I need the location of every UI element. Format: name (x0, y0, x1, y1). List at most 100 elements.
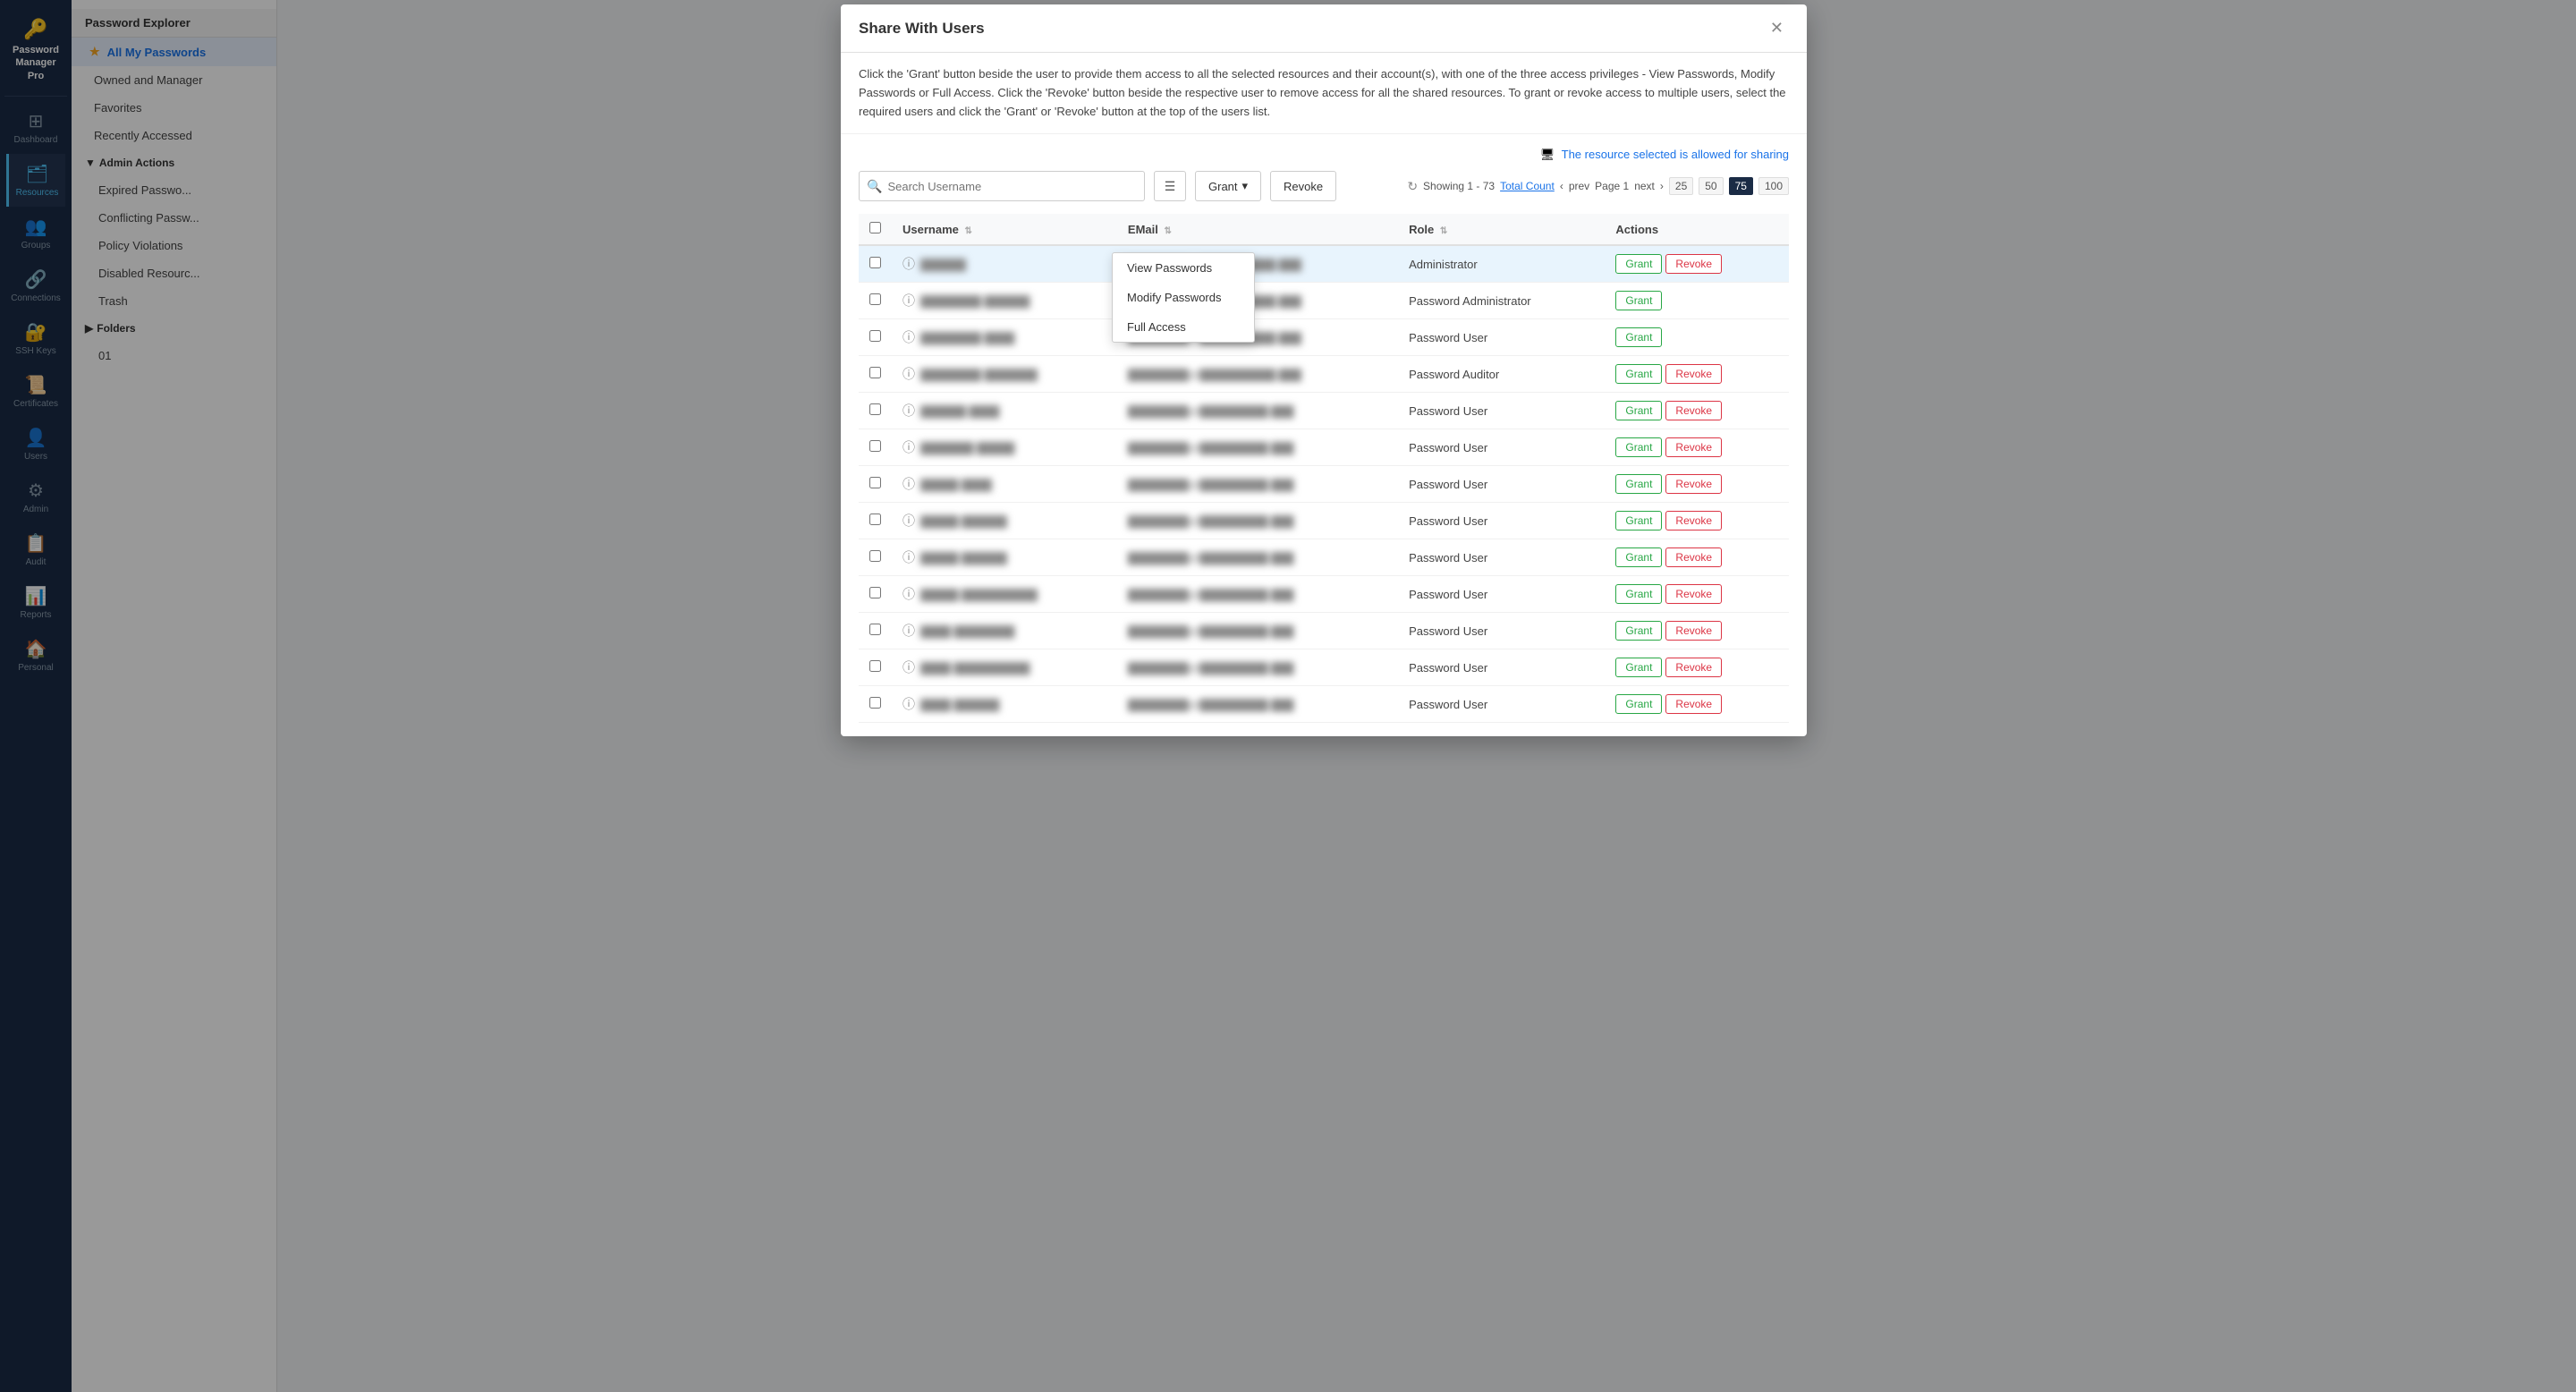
grant-btn-0[interactable]: Grant (1615, 254, 1662, 274)
username-value-7: █████ ██████ (920, 515, 1007, 528)
email-cell-6: ████████@█████████.███ (1117, 466, 1398, 503)
grant-btn-8[interactable]: Grant (1615, 547, 1662, 567)
info-icon-0[interactable]: ⓘ (902, 257, 915, 271)
modal-close-button[interactable]: ✕ (1765, 17, 1789, 39)
sharing-note-link[interactable]: The resource selected is allowed for sha… (1562, 148, 1789, 161)
revoke-btn-7[interactable]: Revoke (1665, 511, 1722, 530)
chevron-down-icon: ▾ (1242, 179, 1249, 193)
table-row: ⓘ██████████████@██████████.███Administra… (859, 245, 1789, 283)
role-cell-5: Password User (1398, 429, 1605, 466)
info-icon-11[interactable]: ⓘ (902, 660, 915, 675)
row-checkbox-6[interactable] (869, 477, 881, 488)
total-count-link[interactable]: Total Count (1500, 180, 1555, 192)
row-checkbox-10[interactable] (869, 624, 881, 635)
username-cell-2: ⓘ████████ ████ (892, 319, 1117, 356)
actions-cell-1: Grant (1605, 283, 1789, 319)
info-icon-10[interactable]: ⓘ (902, 624, 915, 638)
role-value-0: Administrator (1409, 258, 1478, 271)
info-icon-5[interactable]: ⓘ (902, 440, 915, 454)
row-checkbox-3[interactable] (869, 367, 881, 378)
page-size-50[interactable]: 50 (1699, 177, 1723, 195)
row-checkbox-8[interactable] (869, 550, 881, 562)
grant-btn-5[interactable]: Grant (1615, 437, 1662, 457)
grant-btn-9[interactable]: Grant (1615, 584, 1662, 604)
grant-btn-12[interactable]: Grant (1615, 694, 1662, 714)
info-icon-1[interactable]: ⓘ (902, 293, 915, 308)
info-icon-7[interactable]: ⓘ (902, 514, 915, 528)
row-checkbox-9[interactable] (869, 587, 881, 598)
grant-btn-2[interactable]: Grant (1615, 327, 1662, 347)
search-box: 🔍 (859, 171, 1145, 201)
revoke-btn-12[interactable]: Revoke (1665, 694, 1722, 714)
revoke-btn-9[interactable]: Revoke (1665, 584, 1722, 604)
info-icon-8[interactable]: ⓘ (902, 550, 915, 564)
username-value-0: ██████ (920, 259, 966, 271)
row-checkbox-12[interactable] (869, 697, 881, 709)
info-icon-2[interactable]: ⓘ (902, 330, 915, 344)
action-buttons-4: GrantRevoke (1615, 401, 1778, 420)
row-checkbox-0[interactable] (869, 257, 881, 268)
revoke-btn-4[interactable]: Revoke (1665, 401, 1722, 420)
row-checkbox-1[interactable] (869, 293, 881, 305)
revoke-top-button[interactable]: Revoke (1270, 171, 1336, 201)
share-modal: Share With Users ✕ Click the 'Grant' but… (72, 0, 2576, 1392)
row-checkbox-11[interactable] (869, 660, 881, 672)
role-value-7: Password User (1409, 514, 1487, 528)
revoke-btn-11[interactable]: Revoke (1665, 658, 1722, 677)
view-toggle-button[interactable]: ☰ (1154, 171, 1186, 201)
select-all-checkbox[interactable] (869, 222, 881, 233)
grant-btn-1[interactable]: Grant (1615, 291, 1662, 310)
revoke-btn-10[interactable]: Revoke (1665, 621, 1722, 641)
revoke-btn-8[interactable]: Revoke (1665, 547, 1722, 567)
grant-button[interactable]: Grant ▾ (1195, 171, 1261, 201)
row-checkbox-2[interactable] (869, 330, 881, 342)
grant-btn-10[interactable]: Grant (1615, 621, 1662, 641)
refresh-icon[interactable]: ↻ (1407, 179, 1418, 194)
page-size-100[interactable]: 100 (1758, 177, 1789, 195)
revoke-btn-5[interactable]: Revoke (1665, 437, 1722, 457)
role-cell-2: Password User (1398, 319, 1605, 356)
grant-btn-6[interactable]: Grant (1615, 474, 1662, 494)
info-icon-3[interactable]: ⓘ (902, 367, 915, 381)
email-value-7: ████████@█████████.███ (1128, 515, 1294, 528)
info-icon-9[interactable]: ⓘ (902, 587, 915, 601)
info-icon-12[interactable]: ⓘ (902, 697, 915, 711)
view-passwords-option[interactable]: View Passwords (1113, 253, 1254, 283)
modify-passwords-option[interactable]: Modify Passwords (1113, 283, 1254, 312)
prev-button[interactable]: prev (1569, 180, 1589, 192)
row-checkbox-4[interactable] (869, 403, 881, 415)
role-value-2: Password User (1409, 331, 1487, 344)
role-cell-9: Password User (1398, 576, 1605, 613)
role-value-6: Password User (1409, 478, 1487, 491)
revoke-btn-0[interactable]: Revoke (1665, 254, 1722, 274)
revoke-btn-3[interactable]: Revoke (1665, 364, 1722, 384)
grant-btn-7[interactable]: Grant (1615, 511, 1662, 530)
sort-icon-role: ⇅ (1440, 226, 1447, 236)
page-size-25[interactable]: 25 (1669, 177, 1693, 195)
email-value-8: ████████@█████████.███ (1128, 552, 1294, 564)
action-buttons-12: GrantRevoke (1615, 694, 1778, 714)
grant-btn-3[interactable]: Grant (1615, 364, 1662, 384)
username-cell-9: ⓘ█████ ██████████ (892, 576, 1117, 613)
actions-cell-4: GrantRevoke (1605, 393, 1789, 429)
role-value-1: Password Administrator (1409, 294, 1531, 308)
next-icon: › (1660, 180, 1664, 192)
next-button[interactable]: next (1634, 180, 1655, 192)
search-input[interactable] (887, 180, 1137, 193)
username-value-1: ████████ ██████ (920, 295, 1030, 308)
monitor-icon: 🖥 (1540, 148, 1555, 161)
role-cell-4: Password User (1398, 393, 1605, 429)
grant-btn-4[interactable]: Grant (1615, 401, 1662, 420)
username-cell-3: ⓘ████████ ███████ (892, 356, 1117, 393)
page-size-75[interactable]: 75 (1729, 177, 1753, 195)
full-access-option[interactable]: Full Access (1113, 312, 1254, 342)
revoke-btn-6[interactable]: Revoke (1665, 474, 1722, 494)
row-checkbox-5[interactable] (869, 440, 881, 452)
info-icon-4[interactable]: ⓘ (902, 403, 915, 418)
grant-btn-11[interactable]: Grant (1615, 658, 1662, 677)
username-cell-7: ⓘ █████ ██████ (892, 503, 1117, 539)
role-cell-8: Password User (1398, 539, 1605, 576)
row-checkbox-7[interactable] (869, 514, 881, 525)
info-icon-6[interactable]: ⓘ (902, 477, 915, 491)
search-icon: 🔍 (867, 179, 882, 194)
